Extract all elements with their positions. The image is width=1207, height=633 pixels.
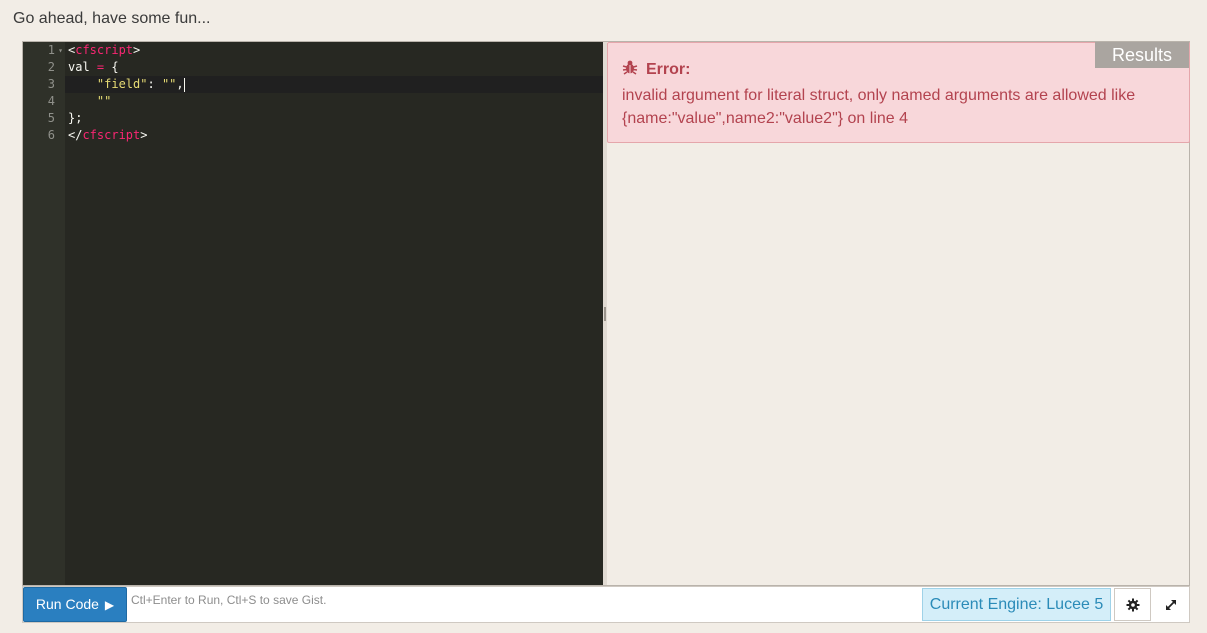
settings-button[interactable] xyxy=(1114,588,1151,621)
line-number: 1 ▾ xyxy=(47,42,63,59)
line-number: 6 xyxy=(47,128,55,142)
intro-text: Go ahead, have some fun... xyxy=(13,10,211,27)
code-area[interactable]: <cfscript> val = { "field": "", "" }; </… xyxy=(65,42,603,144)
error-title-text: Error: xyxy=(646,60,691,78)
code-line-active: "field": "", xyxy=(65,76,603,93)
code-line: <cfscript> xyxy=(68,43,141,57)
expand-button[interactable] xyxy=(1152,588,1189,621)
error-message: invalid argument for literal struct, onl… xyxy=(622,87,1136,127)
line-number: 4 xyxy=(47,94,55,108)
drag-handle[interactable] xyxy=(604,307,606,321)
results-panel: Error: invalid argument for literal stru… xyxy=(607,42,1190,585)
text-cursor xyxy=(183,77,185,92)
error-title: Error: xyxy=(622,59,1175,80)
playground-frame: 1 ▾ 2 3 4 5 6 <cfscript> val = { "field":… xyxy=(22,41,1190,586)
keyboard-hint: Ctl+Enter to Run, Ctl+S to save Gist. xyxy=(131,593,327,607)
play-icon: ▶ xyxy=(104,598,115,612)
code-editor[interactable]: 1 ▾ 2 3 4 5 6 <cfscript> val = { "field":… xyxy=(23,42,603,585)
code-line: "" xyxy=(96,94,112,108)
fold-arrow-icon[interactable]: ▾ xyxy=(58,42,63,59)
line-number: 3 xyxy=(47,77,55,91)
line-number: 2 xyxy=(47,60,55,74)
code-line: val = { xyxy=(68,60,119,74)
gear-icon xyxy=(1126,598,1139,611)
code-line: }; xyxy=(68,111,83,125)
bottom-toolbar: Run Code ▶ Ctl+Enter to Run, Ctl+S to sa… xyxy=(22,586,1190,623)
code-line: </cfscript> xyxy=(68,128,148,142)
expand-icon xyxy=(1165,599,1176,610)
results-label: Results xyxy=(1095,42,1189,68)
line-gutter: 1 ▾ 2 3 4 5 6 xyxy=(23,42,65,585)
engine-selector[interactable]: Current Engine: Lucee 5 xyxy=(922,588,1111,621)
bug-icon xyxy=(622,59,638,80)
run-code-label: Run Code xyxy=(35,596,99,612)
line-number: 5 xyxy=(47,111,55,125)
run-code-button[interactable]: Run Code ▶ xyxy=(23,587,127,622)
